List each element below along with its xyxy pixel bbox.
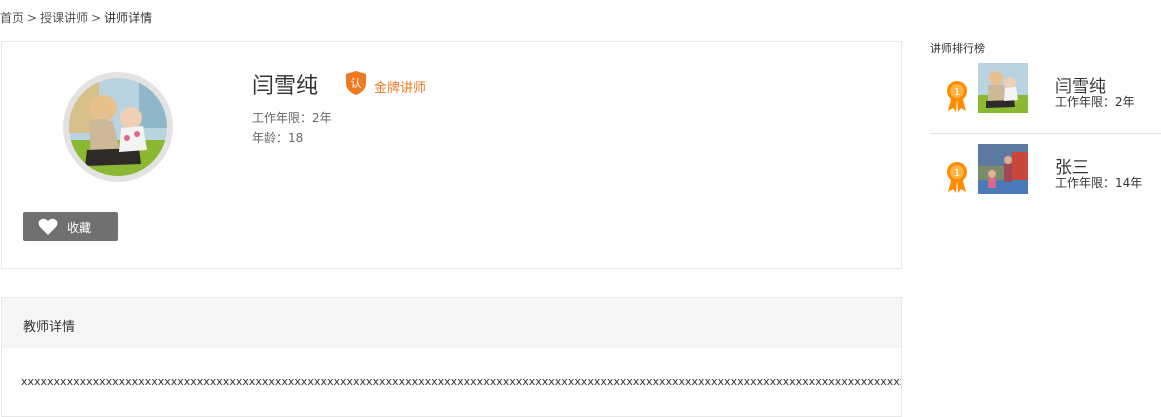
favorite-button[interactable]: 收藏 bbox=[23, 212, 118, 241]
heart-icon bbox=[38, 218, 58, 235]
teacher-avatar bbox=[69, 78, 167, 176]
gold-teacher-badge-icon: 认 bbox=[344, 70, 368, 96]
age-label: 年龄： bbox=[252, 131, 289, 145]
favorite-label: 收藏 bbox=[67, 221, 92, 235]
breadcrumb-current: 讲师详情 bbox=[104, 11, 153, 25]
work-years: 工作年限：2年 bbox=[252, 109, 332, 126]
ranking-years: 工作年限：2年 bbox=[1055, 95, 1135, 109]
ranking-years: 工作年限：14年 bbox=[1055, 176, 1143, 190]
ranking-item[interactable]: 1 张三 工作年限：14年 bbox=[930, 141, 1161, 211]
breadcrumb: 首页 > 授课讲师 > 讲师详情 bbox=[0, 9, 152, 26]
medal-icon: 1 bbox=[947, 81, 967, 112]
breadcrumb-teachers-link[interactable]: 授课讲师 bbox=[40, 11, 88, 25]
teacher-profile-card: 闫雪纯 认 金牌讲师 工作年限：2年 年龄：18 收藏 bbox=[1, 41, 902, 269]
svg-text:1: 1 bbox=[954, 168, 960, 179]
age: 年龄：18 bbox=[252, 129, 303, 146]
breadcrumb-separator: > bbox=[91, 11, 102, 25]
breadcrumb-home-link[interactable]: 首页 bbox=[0, 11, 24, 25]
work-years-value: 2年 bbox=[312, 111, 332, 125]
svg-text:认: 认 bbox=[351, 77, 362, 90]
ranking-avatar bbox=[978, 144, 1028, 194]
teacher-avatar-frame bbox=[63, 72, 173, 182]
ranking-avatar bbox=[978, 63, 1028, 113]
breadcrumb-separator: > bbox=[27, 11, 38, 25]
medal-icon: 1 bbox=[947, 162, 967, 193]
badge-label: 金牌讲师 bbox=[374, 81, 427, 96]
teacher-detail-title: 教师详情 bbox=[23, 320, 76, 335]
teacher-detail-panel: 教师详情 xxxxxxxxxxxxxxxxxxxxxxxxxxxxxxxxxxx… bbox=[1, 297, 902, 417]
teacher-name: 闫雪纯 bbox=[252, 74, 319, 99]
ranking-item[interactable]: 1 闫雪纯 工作年限：2年 bbox=[930, 60, 1161, 130]
ranking-divider bbox=[930, 133, 1161, 134]
teacher-detail-header bbox=[2, 298, 901, 348]
ranking-title: 讲师排行榜 bbox=[930, 42, 985, 55]
work-years-label: 工作年限： bbox=[252, 111, 313, 125]
age-value: 18 bbox=[288, 131, 304, 145]
svg-text:1: 1 bbox=[954, 87, 960, 98]
teacher-detail-body: xxxxxxxxxxxxxxxxxxxxxxxxxxxxxxxxxxxxxxxx… bbox=[21, 375, 901, 388]
